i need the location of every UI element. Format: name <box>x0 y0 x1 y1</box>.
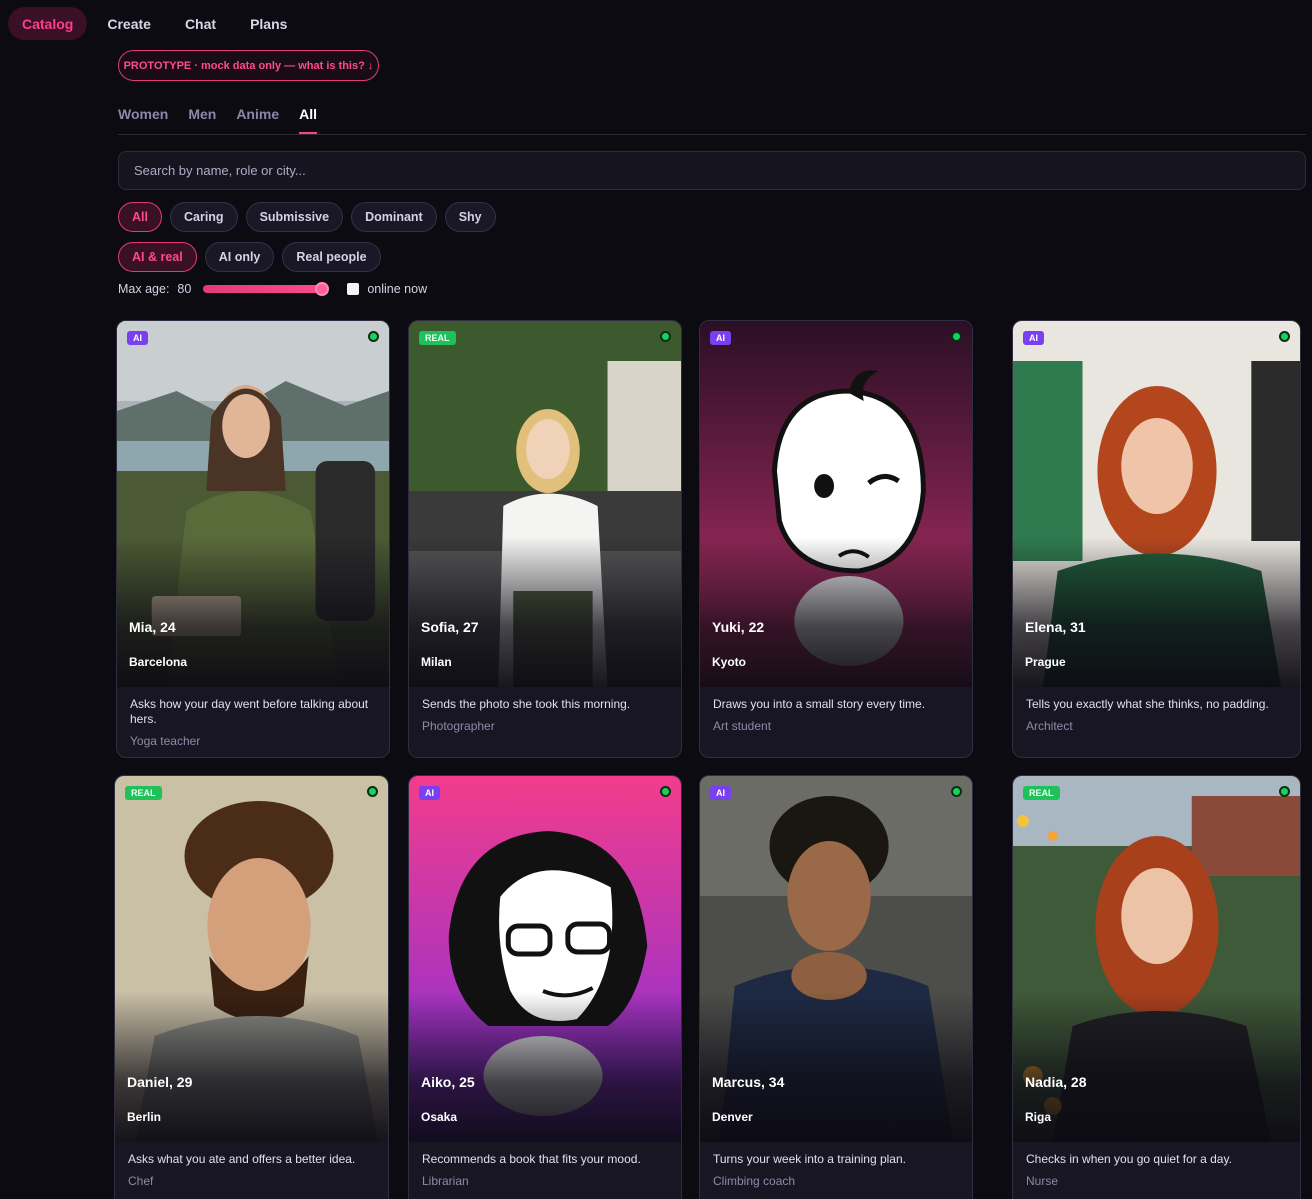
profile-role: Chef <box>128 1174 154 1188</box>
online-indicator <box>660 331 671 342</box>
age-filter-row: Max age: 80 online now <box>118 282 427 296</box>
ai-badge: AI <box>710 786 731 800</box>
profile-city: Milan <box>421 655 452 669</box>
ai-badge: AI <box>1023 331 1044 345</box>
online-indicator <box>1279 331 1290 342</box>
chip-shy[interactable]: Shy <box>444 202 496 232</box>
profile-name: Sofia, 27 <box>421 619 479 635</box>
profile-card[interactable]: REAL Sofia, 27 Milan Sends the photo she… <box>408 320 682 758</box>
tabs-divider <box>118 134 1306 135</box>
real-badge: REAL <box>125 786 162 800</box>
top-nav: Catalog Create Chat Plans <box>8 7 301 40</box>
profile-name: Elena, 31 <box>1025 619 1086 635</box>
nav-plans[interactable]: Plans <box>236 7 301 40</box>
online-indicator <box>1279 786 1290 797</box>
profile-card[interactable]: AI Mia, 24 Barcelona Asks how your day w… <box>116 320 390 758</box>
profile-photo: REAL Sofia, 27 Milan <box>409 321 681 687</box>
profile-card[interactable]: AI Aiko, 25 Osaka Recommends a book that… <box>408 775 682 1199</box>
online-indicator <box>951 786 962 797</box>
online-indicator <box>660 786 671 797</box>
profile-city: Denver <box>712 1110 753 1124</box>
profile-description: Recommends a book that fits your mood. <box>422 1152 641 1166</box>
tab-anime[interactable]: Anime <box>236 106 279 134</box>
profile-description: Draws you into a small story every time. <box>713 697 926 711</box>
profile-photo: AI Aiko, 25 Osaka <box>409 776 681 1142</box>
category-tabs: Women Men Anime All <box>118 106 317 134</box>
chip-dominant[interactable]: Dominant <box>351 202 437 232</box>
search-input[interactable] <box>118 151 1306 190</box>
profile-role: Photographer <box>422 719 495 733</box>
online-indicator <box>951 331 962 342</box>
online-now-checkbox[interactable] <box>347 283 360 295</box>
online-indicator <box>368 331 379 342</box>
profile-description: Turns your week into a training plan. <box>713 1152 906 1166</box>
profile-photo: REAL Nadia, 28 Riga <box>1013 776 1300 1142</box>
profile-description: Sends the photo she took this morning. <box>422 697 631 711</box>
max-age-slider[interactable] <box>203 282 330 296</box>
profile-card[interactable]: AI Yuki, 22 Kyoto Draws you into a small… <box>699 320 973 758</box>
profile-city: Berlin <box>127 1110 162 1124</box>
profile-card[interactable]: REAL Daniel, 29 Berlin Asks what you ate… <box>114 775 389 1199</box>
profile-role: Nurse <box>1026 1174 1059 1188</box>
mood-filter-chips: All Caring Submissive Dominant Shy <box>118 202 496 232</box>
online-now-label: online now <box>367 282 428 296</box>
profile-name: Aiko, 25 <box>421 1074 475 1090</box>
profile-photo: AI Mia, 24 Barcelona <box>117 321 389 687</box>
profile-role: Climbing coach <box>713 1174 796 1188</box>
type-filter-chips: AI & real AI only Real people <box>118 242 381 272</box>
online-indicator <box>367 786 378 797</box>
profile-city: Barcelona <box>129 655 188 669</box>
profile-role: Architect <box>1026 719 1073 733</box>
profile-name: Nadia, 28 <box>1025 1074 1087 1090</box>
profile-description: Checks in when you go quiet for a day. <box>1026 1152 1232 1166</box>
chip-mood-all[interactable]: All <box>118 202 162 232</box>
profile-card[interactable]: REAL Nadia, 28 Riga Checks in when you g… <box>1012 775 1301 1199</box>
ai-badge: AI <box>127 331 148 345</box>
prototype-banner-button[interactable]: PROTOTYPE · mock data only — what is thi… <box>118 50 379 81</box>
real-badge: REAL <box>419 331 456 345</box>
profile-role: Art student <box>713 719 772 733</box>
tab-all[interactable]: All <box>299 106 317 134</box>
profile-city: Kyoto <box>712 655 746 669</box>
slider-handle[interactable] <box>315 282 330 296</box>
profile-city: Riga <box>1025 1110 1052 1124</box>
profile-role: Yoga teacher <box>130 734 201 748</box>
profile-card[interactable]: AI Elena, 31 Prague Tells you exactly wh… <box>1012 320 1301 758</box>
nav-chat[interactable]: Chat <box>171 7 230 40</box>
profile-name: Daniel, 29 <box>127 1074 193 1090</box>
profile-card[interactable]: AI Marcus, 34 Denver Turns your week int… <box>699 775 973 1199</box>
profile-photo: AI Yuki, 22 Kyoto <box>700 321 972 687</box>
chip-caring[interactable]: Caring <box>169 202 238 232</box>
nav-create[interactable]: Create <box>93 7 165 40</box>
max-age-label: Max age: <box>118 282 170 296</box>
profile-description: Tells you exactly what she thinks, no pa… <box>1026 697 1269 711</box>
profile-photo: AI Marcus, 34 Denver <box>700 776 972 1142</box>
tab-women[interactable]: Women <box>118 106 168 134</box>
chip-real-people[interactable]: Real people <box>282 242 381 272</box>
profile-name: Marcus, 34 <box>712 1074 785 1090</box>
profile-city: Prague <box>1025 655 1066 669</box>
profile-photo: REAL Daniel, 29 Berlin <box>115 776 388 1142</box>
nav-catalog[interactable]: Catalog <box>8 7 88 40</box>
real-badge: REAL <box>1023 786 1060 800</box>
tab-men[interactable]: Men <box>188 106 216 134</box>
chip-ai-and-real[interactable]: AI & real <box>118 242 197 272</box>
profile-name: Yuki, 22 <box>712 619 765 635</box>
profile-name: Mia, 24 <box>129 619 176 635</box>
ai-badge: AI <box>710 331 731 345</box>
profile-photo: AI Elena, 31 Prague <box>1013 321 1300 687</box>
chip-submissive[interactable]: Submissive <box>245 202 344 232</box>
profile-description: Asks what you ate and offers a better id… <box>128 1152 356 1166</box>
max-age-value: 80 <box>177 282 192 296</box>
profile-city: Osaka <box>421 1110 458 1124</box>
profile-description: Asks how your day went before talking ab… <box>130 697 369 726</box>
chip-ai-only[interactable]: AI only <box>204 242 275 272</box>
ai-badge: AI <box>419 786 440 800</box>
profile-role: Librarian <box>422 1174 469 1188</box>
